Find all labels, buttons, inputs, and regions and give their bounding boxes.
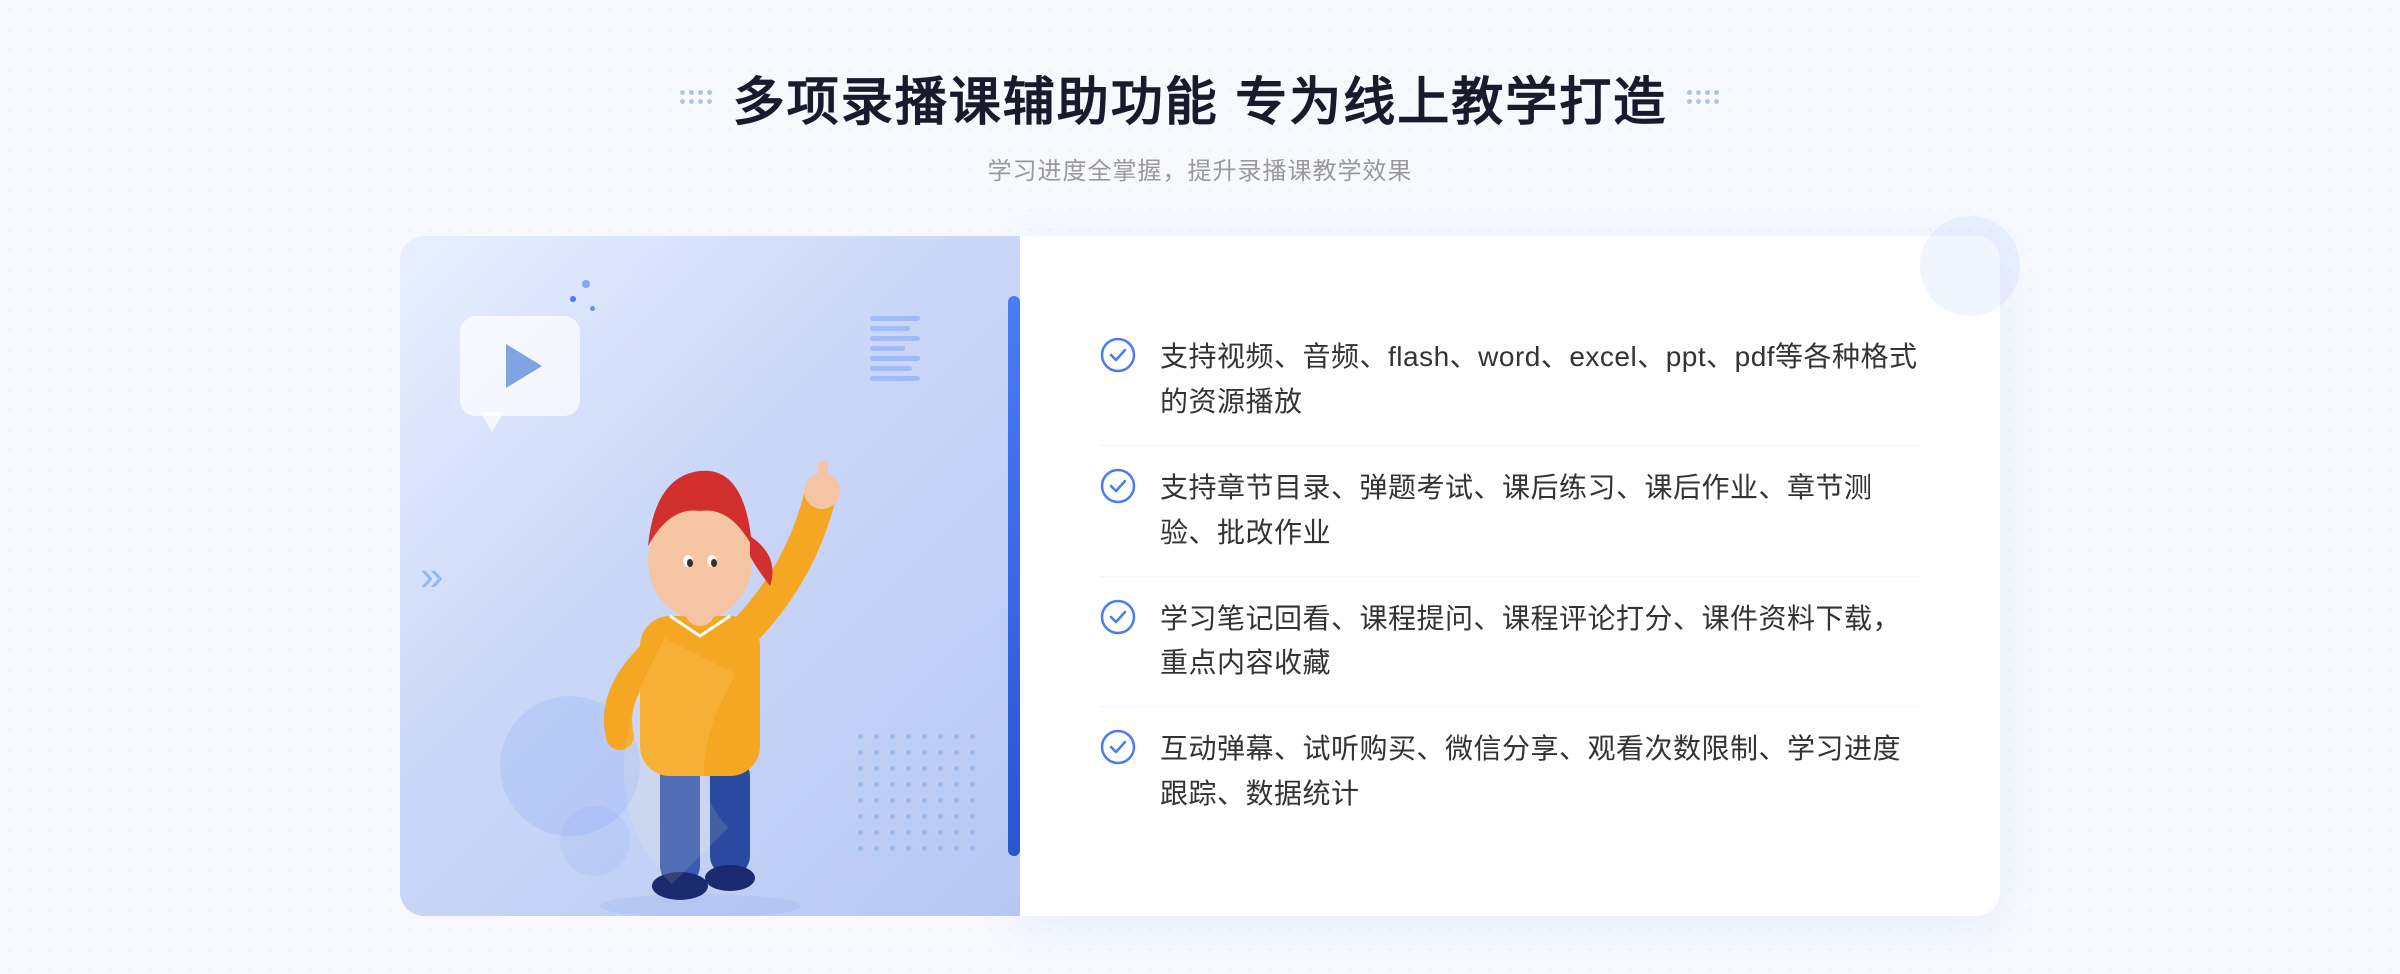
title-decorator-left (680, 90, 713, 105)
illus-dot (906, 734, 911, 739)
illus-dot (906, 814, 911, 819)
dot (1696, 99, 1701, 104)
illus-dot (970, 846, 975, 851)
check-icon (1100, 337, 1136, 373)
illus-dot (938, 846, 943, 851)
dot (1714, 99, 1719, 104)
main-title: 多项录播课辅助功能 专为线上教学打造 (733, 60, 1667, 135)
illus-dot (938, 782, 943, 787)
feature-text: 支持章节目录、弹题考试、课后练习、课后作业、章节测验、批改作业 (1160, 466, 1920, 556)
illus-dot (890, 846, 895, 851)
illus-dot (890, 734, 895, 739)
chevron-arrows-icon: » (420, 552, 443, 600)
illus-dot (922, 782, 927, 787)
blue-bar-decoration (1008, 296, 1020, 856)
illus-dot (970, 734, 975, 739)
check-icon (1100, 468, 1136, 504)
illus-dot (970, 766, 975, 771)
dot (707, 99, 712, 104)
illus-dot (906, 766, 911, 771)
illustration-area: // Will be rendered via JS below (400, 236, 1020, 916)
illus-dot (922, 798, 927, 803)
check-icon (1100, 729, 1136, 765)
illus-dot (890, 766, 895, 771)
feature-item: 学习笔记回看、课程提问、课程评论打分、课件资料下载，重点内容收藏 (1100, 577, 1920, 708)
dot (698, 90, 703, 95)
illus-dot (906, 846, 911, 851)
dot-group-left (680, 90, 713, 105)
dot (1687, 90, 1692, 95)
title-decorator-right (1687, 90, 1720, 105)
illus-dot (954, 846, 959, 851)
feature-item: 支持章节目录、弹题考试、课后练习、课后作业、章节测验、批改作业 (1100, 446, 1920, 577)
illus-dot (906, 798, 911, 803)
features-area: 支持视频、音频、flash、word、excel、ppt、pdf等各种格式的资源… (1020, 236, 2000, 916)
header-section: 多项录播课辅助功能 专为线上教学打造 学习进度全掌握，提升录播课教学效果 (680, 60, 1720, 186)
dot (1696, 90, 1701, 95)
illus-dot (890, 798, 895, 803)
illus-dot (922, 734, 927, 739)
dot (1705, 90, 1710, 95)
illus-dot (970, 782, 975, 787)
dot (680, 90, 685, 95)
illus-dot (938, 814, 943, 819)
dot (1714, 90, 1719, 95)
illus-dot (922, 846, 927, 851)
title-row: 多项录播课辅助功能 专为线上教学打造 (680, 60, 1720, 135)
subtitle: 学习进度全掌握，提升录播课教学效果 (680, 151, 1720, 186)
dot (1705, 99, 1710, 104)
dot (707, 90, 712, 95)
feature-text: 学习笔记回看、课程提问、课程评论打分、课件资料下载，重点内容收藏 (1160, 597, 1920, 687)
dot (698, 99, 703, 104)
page-container: 多项录播课辅助功能 专为线上教学打造 学习进度全掌握，提升录播课教学效果 » (0, 0, 2400, 974)
features-list: 支持视频、音频、flash、word、excel、ppt、pdf等各种格式的资源… (1100, 315, 1920, 836)
top-right-decoration (1920, 216, 2020, 316)
illus-dot (906, 750, 911, 755)
dot (1687, 99, 1692, 104)
left-side-decoration: » (420, 552, 443, 600)
illus-dot (954, 814, 959, 819)
dot-group-right (1687, 90, 1720, 105)
feature-item: 支持视频、音频、flash、word、excel、ppt、pdf等各种格式的资源… (1100, 315, 1920, 446)
illus-dot (938, 750, 943, 755)
illus-dot (938, 798, 943, 803)
illus-dot (922, 830, 927, 835)
stripe-decoration (870, 316, 920, 381)
illus-dot (906, 782, 911, 787)
illus-dot (954, 734, 959, 739)
illus-dot (906, 830, 911, 835)
illus-dot (954, 798, 959, 803)
illus-dot (890, 830, 895, 835)
illus-dot (938, 734, 943, 739)
illus-dot (890, 750, 895, 755)
illus-dot (922, 750, 927, 755)
illus-dot (970, 750, 975, 755)
illus-dot (954, 782, 959, 787)
feature-text: 互动弹幕、试听购买、微信分享、观看次数限制、学习进度跟踪、数据统计 (1160, 727, 1920, 817)
feature-text: 支持视频、音频、flash、word、excel、ppt、pdf等各种格式的资源… (1160, 335, 1920, 425)
illus-dot (954, 830, 959, 835)
check-icon (1100, 599, 1136, 635)
dot (689, 99, 694, 104)
illus-dot (890, 782, 895, 787)
play-icon (506, 344, 542, 388)
illus-dot (922, 766, 927, 771)
illus-dot (954, 766, 959, 771)
illus-dot (970, 798, 975, 803)
person-illustration (540, 396, 880, 916)
illus-dot (970, 830, 975, 835)
dot (680, 99, 685, 104)
illus-dot (954, 750, 959, 755)
illus-dot (890, 814, 895, 819)
dot (689, 90, 694, 95)
content-section: » (400, 236, 2000, 916)
illus-dot (938, 830, 943, 835)
feature-item: 互动弹幕、试听购买、微信分享、观看次数限制、学习进度跟踪、数据统计 (1100, 707, 1920, 837)
illus-dot (938, 766, 943, 771)
illus-dot (922, 814, 927, 819)
illus-dot (970, 814, 975, 819)
